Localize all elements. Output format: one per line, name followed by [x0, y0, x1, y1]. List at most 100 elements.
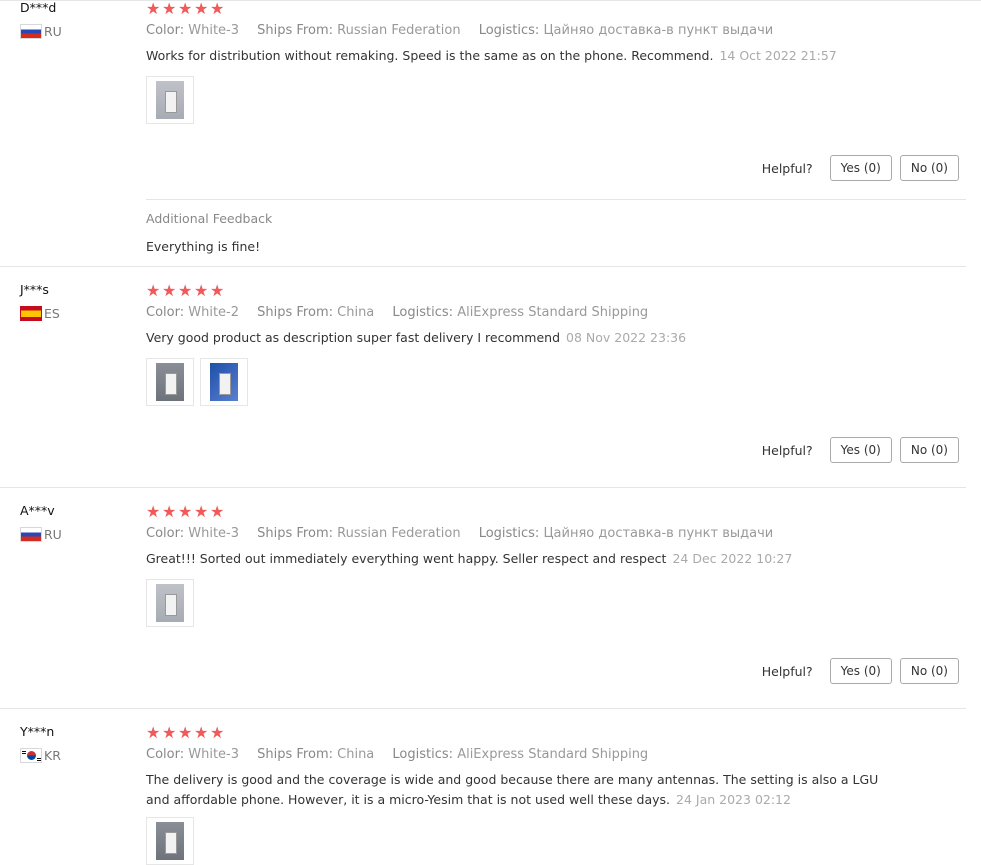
reviewer-name: A***v: [20, 503, 55, 518]
logistics-value: Цайняо доставка-в пункт выдачи: [543, 526, 774, 541]
review-images: [146, 76, 194, 124]
color-label: Color:: [146, 747, 185, 762]
helpful-yes-button[interactable]: Yes (0): [829, 437, 892, 463]
review-image-thumbnail[interactable]: [146, 76, 194, 124]
country-code: RU: [44, 24, 62, 39]
review-date: 24 Jan 2023 02:12: [676, 792, 791, 807]
router-photo: [156, 584, 184, 622]
color-value: White-3: [188, 23, 239, 38]
star-rating: ★ ★ ★ ★ ★: [146, 0, 225, 18]
review-images: [146, 579, 194, 627]
review-image-thumbnail[interactable]: [146, 817, 194, 865]
star-icon: ★: [210, 502, 225, 521]
helpful-no-button[interactable]: No (0): [899, 658, 959, 684]
review-divider: [0, 708, 966, 709]
star-icon: ★: [146, 723, 161, 742]
logistics-value: AliExpress Standard Shipping: [457, 305, 649, 320]
additional-feedback-text: Everything is fine!: [146, 239, 261, 254]
ships-from-value: China: [337, 747, 375, 762]
logistics-label: Logistics:: [478, 23, 540, 38]
star-icon: ★: [210, 281, 225, 300]
review-divider: [0, 487, 966, 488]
russia-flag-icon: [20, 24, 42, 39]
reviewer-info: D***d RU: [20, 0, 62, 39]
review-image-thumbnail[interactable]: [200, 358, 248, 406]
helpful-controls: Helpful? Yes (0) No (0): [762, 437, 959, 463]
helpful-no-button[interactable]: No (0): [899, 437, 959, 463]
review-images: [146, 358, 248, 406]
ships-from-value: China: [337, 305, 375, 320]
ships-from-label: Ships From:: [257, 747, 333, 762]
ships-from-value: Russian Federation: [337, 23, 461, 38]
color-value: White-2: [188, 305, 239, 320]
review-text-line: and affordable phone. However, it is a m…: [146, 792, 671, 807]
helpful-label: Helpful?: [761, 160, 813, 176]
star-icon: ★: [162, 281, 177, 300]
star-rating: ★ ★ ★ ★ ★: [146, 281, 225, 300]
logistics-value: Цайняо доставка-в пункт выдачи: [543, 23, 774, 38]
reviewer-info: A***v RU: [20, 503, 62, 542]
color-label: Color:: [146, 23, 185, 38]
review-divider: [0, 266, 966, 267]
helpful-yes-button[interactable]: Yes (0): [829, 155, 892, 181]
russia-flag-icon: [20, 527, 42, 542]
review-text-line: The delivery is good and the coverage is…: [146, 772, 879, 787]
logistics-value: AliExpress Standard Shipping: [457, 747, 649, 762]
star-rating: ★ ★ ★ ★ ★: [146, 723, 225, 742]
country-code: ES: [44, 306, 60, 321]
color-label: Color:: [146, 305, 185, 320]
logistics-label: Logistics:: [392, 747, 454, 762]
star-icon: ★: [178, 0, 193, 18]
star-icon: ★: [146, 0, 161, 18]
helpful-label: Helpful?: [761, 442, 813, 458]
country-code: RU: [44, 527, 62, 542]
router-box-photo: [210, 363, 238, 401]
review-date: 24 Dec 2022 10:27: [672, 551, 793, 566]
review-text: Very good product as description super f…: [146, 328, 686, 348]
review-meta: Color: White-3 Ships From: China Logisti…: [146, 747, 648, 762]
star-icon: ★: [178, 723, 193, 742]
review-text: Works for distribution without remaking.…: [146, 46, 837, 66]
star-icon: ★: [210, 723, 225, 742]
review-image-thumbnail[interactable]: [146, 358, 194, 406]
helpful-controls: Helpful? Yes (0) No (0): [762, 155, 959, 181]
helpful-no-button[interactable]: No (0): [899, 155, 959, 181]
reviewer-country: RU: [20, 527, 62, 542]
reviewer-name: J***s: [20, 282, 49, 297]
reviewer-name: D***d: [20, 0, 57, 15]
star-icon: ★: [194, 502, 209, 521]
router-photo: [156, 822, 184, 860]
spain-flag-icon: [20, 306, 42, 321]
helpful-yes-button[interactable]: Yes (0): [829, 658, 892, 684]
reviewer-info: J***s ES: [20, 282, 60, 321]
review-date: 08 Nov 2022 23:36: [566, 330, 687, 345]
review-text-content: Works for distribution without remaking.…: [146, 48, 714, 63]
review-text: The delivery is good and the coverage is…: [146, 770, 878, 810]
star-icon: ★: [194, 0, 209, 18]
star-icon: ★: [210, 0, 225, 18]
star-icon: ★: [162, 723, 177, 742]
review-meta: Color: White-3 Ships From: Russian Feder…: [146, 526, 773, 541]
reviewer-country: ES: [20, 306, 60, 321]
star-icon: ★: [162, 502, 177, 521]
star-icon: ★: [178, 281, 193, 300]
color-label: Color:: [146, 526, 185, 541]
feedback-divider: [146, 199, 966, 200]
router-photo: [156, 81, 184, 119]
color-value: White-3: [188, 526, 239, 541]
reviewer-info: Y***n KR: [20, 724, 61, 763]
review-text-content: Great!!! Sorted out immediately everythi…: [146, 551, 667, 566]
reviewer-country: KR: [20, 748, 61, 763]
star-icon: ★: [178, 502, 193, 521]
star-icon: ★: [162, 0, 177, 18]
reviewer-country: RU: [20, 24, 62, 39]
review-text: Great!!! Sorted out immediately everythi…: [146, 549, 792, 569]
star-rating: ★ ★ ★ ★ ★: [146, 502, 225, 521]
review-image-thumbnail[interactable]: [146, 579, 194, 627]
review-images: [146, 817, 194, 865]
star-icon: ★: [194, 281, 209, 300]
reviewer-name: Y***n: [20, 724, 55, 739]
review-date: 14 Oct 2022 21:57: [719, 48, 837, 63]
ships-from-label: Ships From:: [257, 305, 333, 320]
star-icon: ★: [146, 502, 161, 521]
